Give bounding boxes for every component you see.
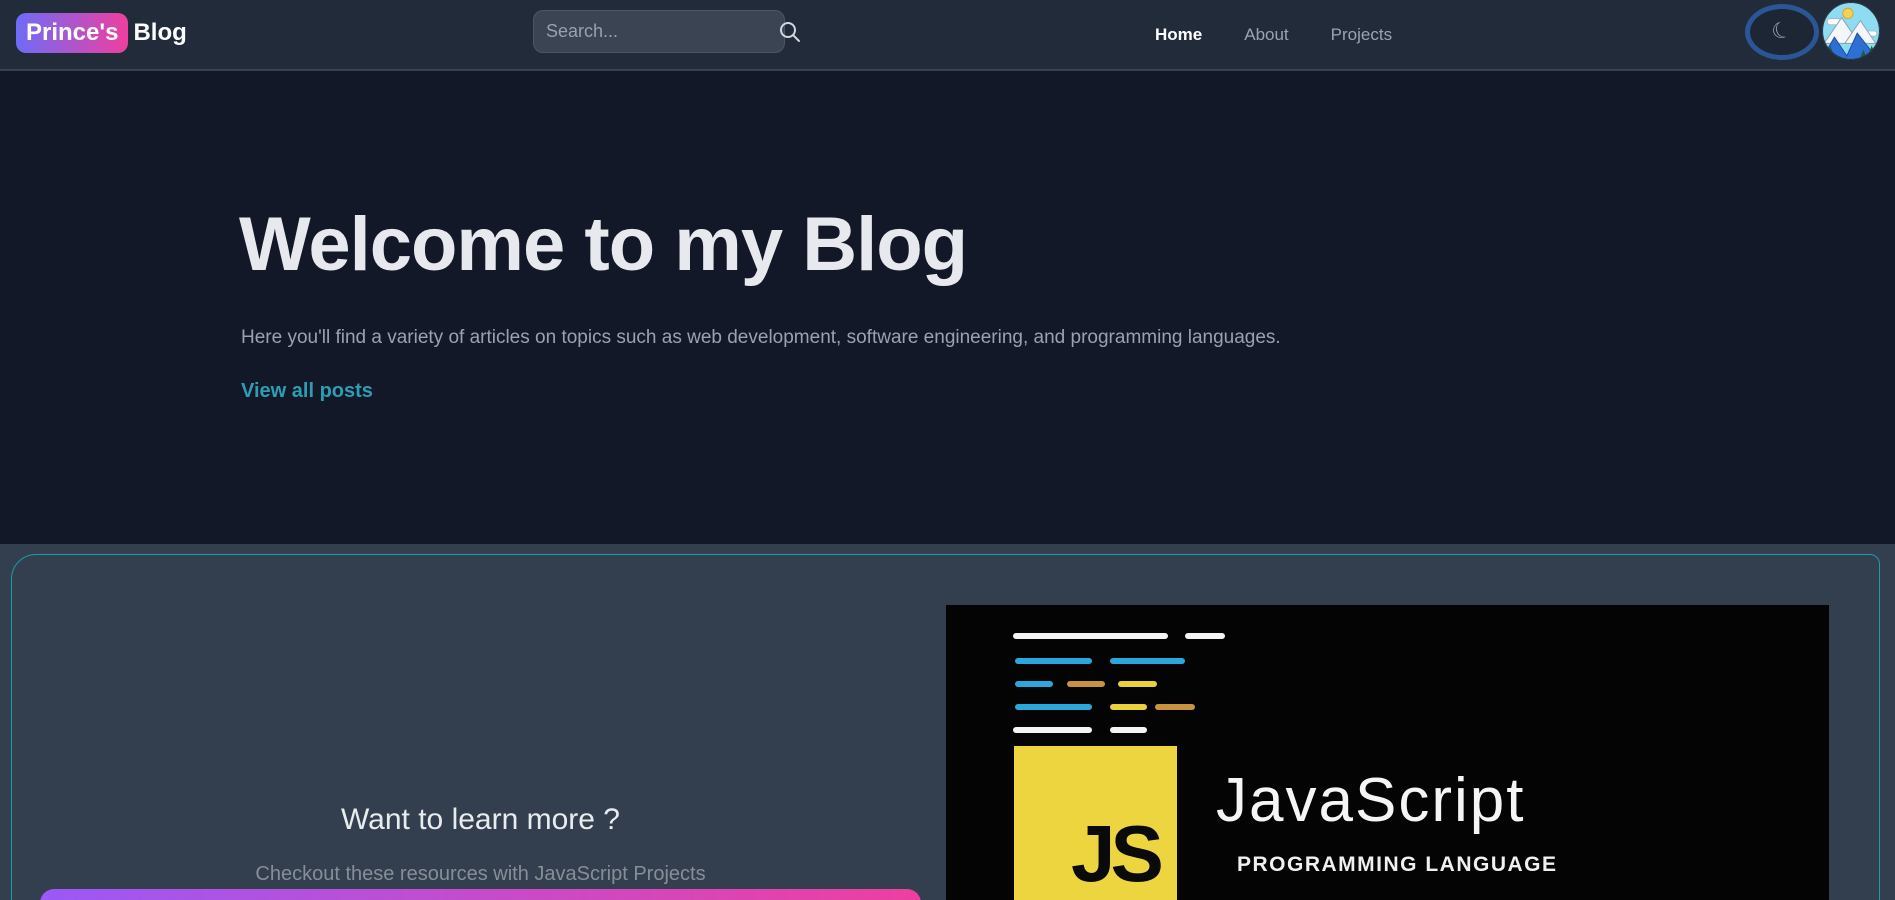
- learn-card-heading: Want to learn more ?: [40, 803, 921, 837]
- code-line: [1013, 727, 1092, 733]
- code-line: [1015, 681, 1053, 687]
- mountain-avatar-icon: [1822, 2, 1880, 60]
- code-line: [1110, 727, 1147, 733]
- js-logo-text: JS: [1071, 808, 1159, 900]
- code-line: [1110, 704, 1147, 710]
- hero-subtitle: Here you'll find a variety of articles o…: [241, 327, 1281, 349]
- avatar[interactable]: [1822, 2, 1880, 60]
- brand-badge: Prince's: [16, 13, 128, 53]
- code-line: [1118, 681, 1157, 687]
- code-line: [1110, 658, 1185, 664]
- js-logo: JS: [1014, 746, 1177, 900]
- hero-title: Welcome to my Blog: [239, 201, 967, 288]
- nav-link-home[interactable]: Home: [1155, 25, 1202, 45]
- js-banner-subtitle: PROGRAMMING LANGUAGE: [1237, 853, 1558, 877]
- theme-toggle-button[interactable]: ☾: [1745, 4, 1819, 60]
- code-line: [1185, 633, 1225, 639]
- js-banner-title: JavaScript: [1216, 765, 1525, 836]
- search-icon[interactable]: [778, 20, 802, 44]
- code-line: [1015, 704, 1092, 710]
- code-line: [1015, 658, 1092, 664]
- navbar: Prince's Blog Home About Projects ☾: [0, 0, 1895, 70]
- view-all-posts-link[interactable]: View all posts: [241, 380, 373, 403]
- nav-link-projects[interactable]: Projects: [1331, 25, 1392, 45]
- javascript-projects-button[interactable]: JavaScript Projects: [40, 889, 921, 900]
- nav-links: Home About Projects: [1155, 0, 1392, 70]
- search-input[interactable]: [546, 21, 778, 42]
- brand-logo[interactable]: Prince's Blog: [16, 13, 187, 53]
- moon-icon: ☾: [1769, 18, 1795, 45]
- code-line: [1155, 704, 1195, 710]
- learn-card-subheading: Checkout these resources with JavaScript…: [40, 863, 921, 886]
- javascript-banner-image: JS JavaScript PROGRAMMING LANGUAGE: [946, 605, 1829, 900]
- code-line: [1067, 681, 1105, 687]
- code-line: [1013, 633, 1168, 639]
- hero-section: Welcome to my Blog Here you'll find a va…: [0, 71, 1895, 544]
- nav-link-about[interactable]: About: [1244, 25, 1288, 45]
- brand-title: Blog: [133, 19, 186, 47]
- search-box: [533, 10, 785, 53]
